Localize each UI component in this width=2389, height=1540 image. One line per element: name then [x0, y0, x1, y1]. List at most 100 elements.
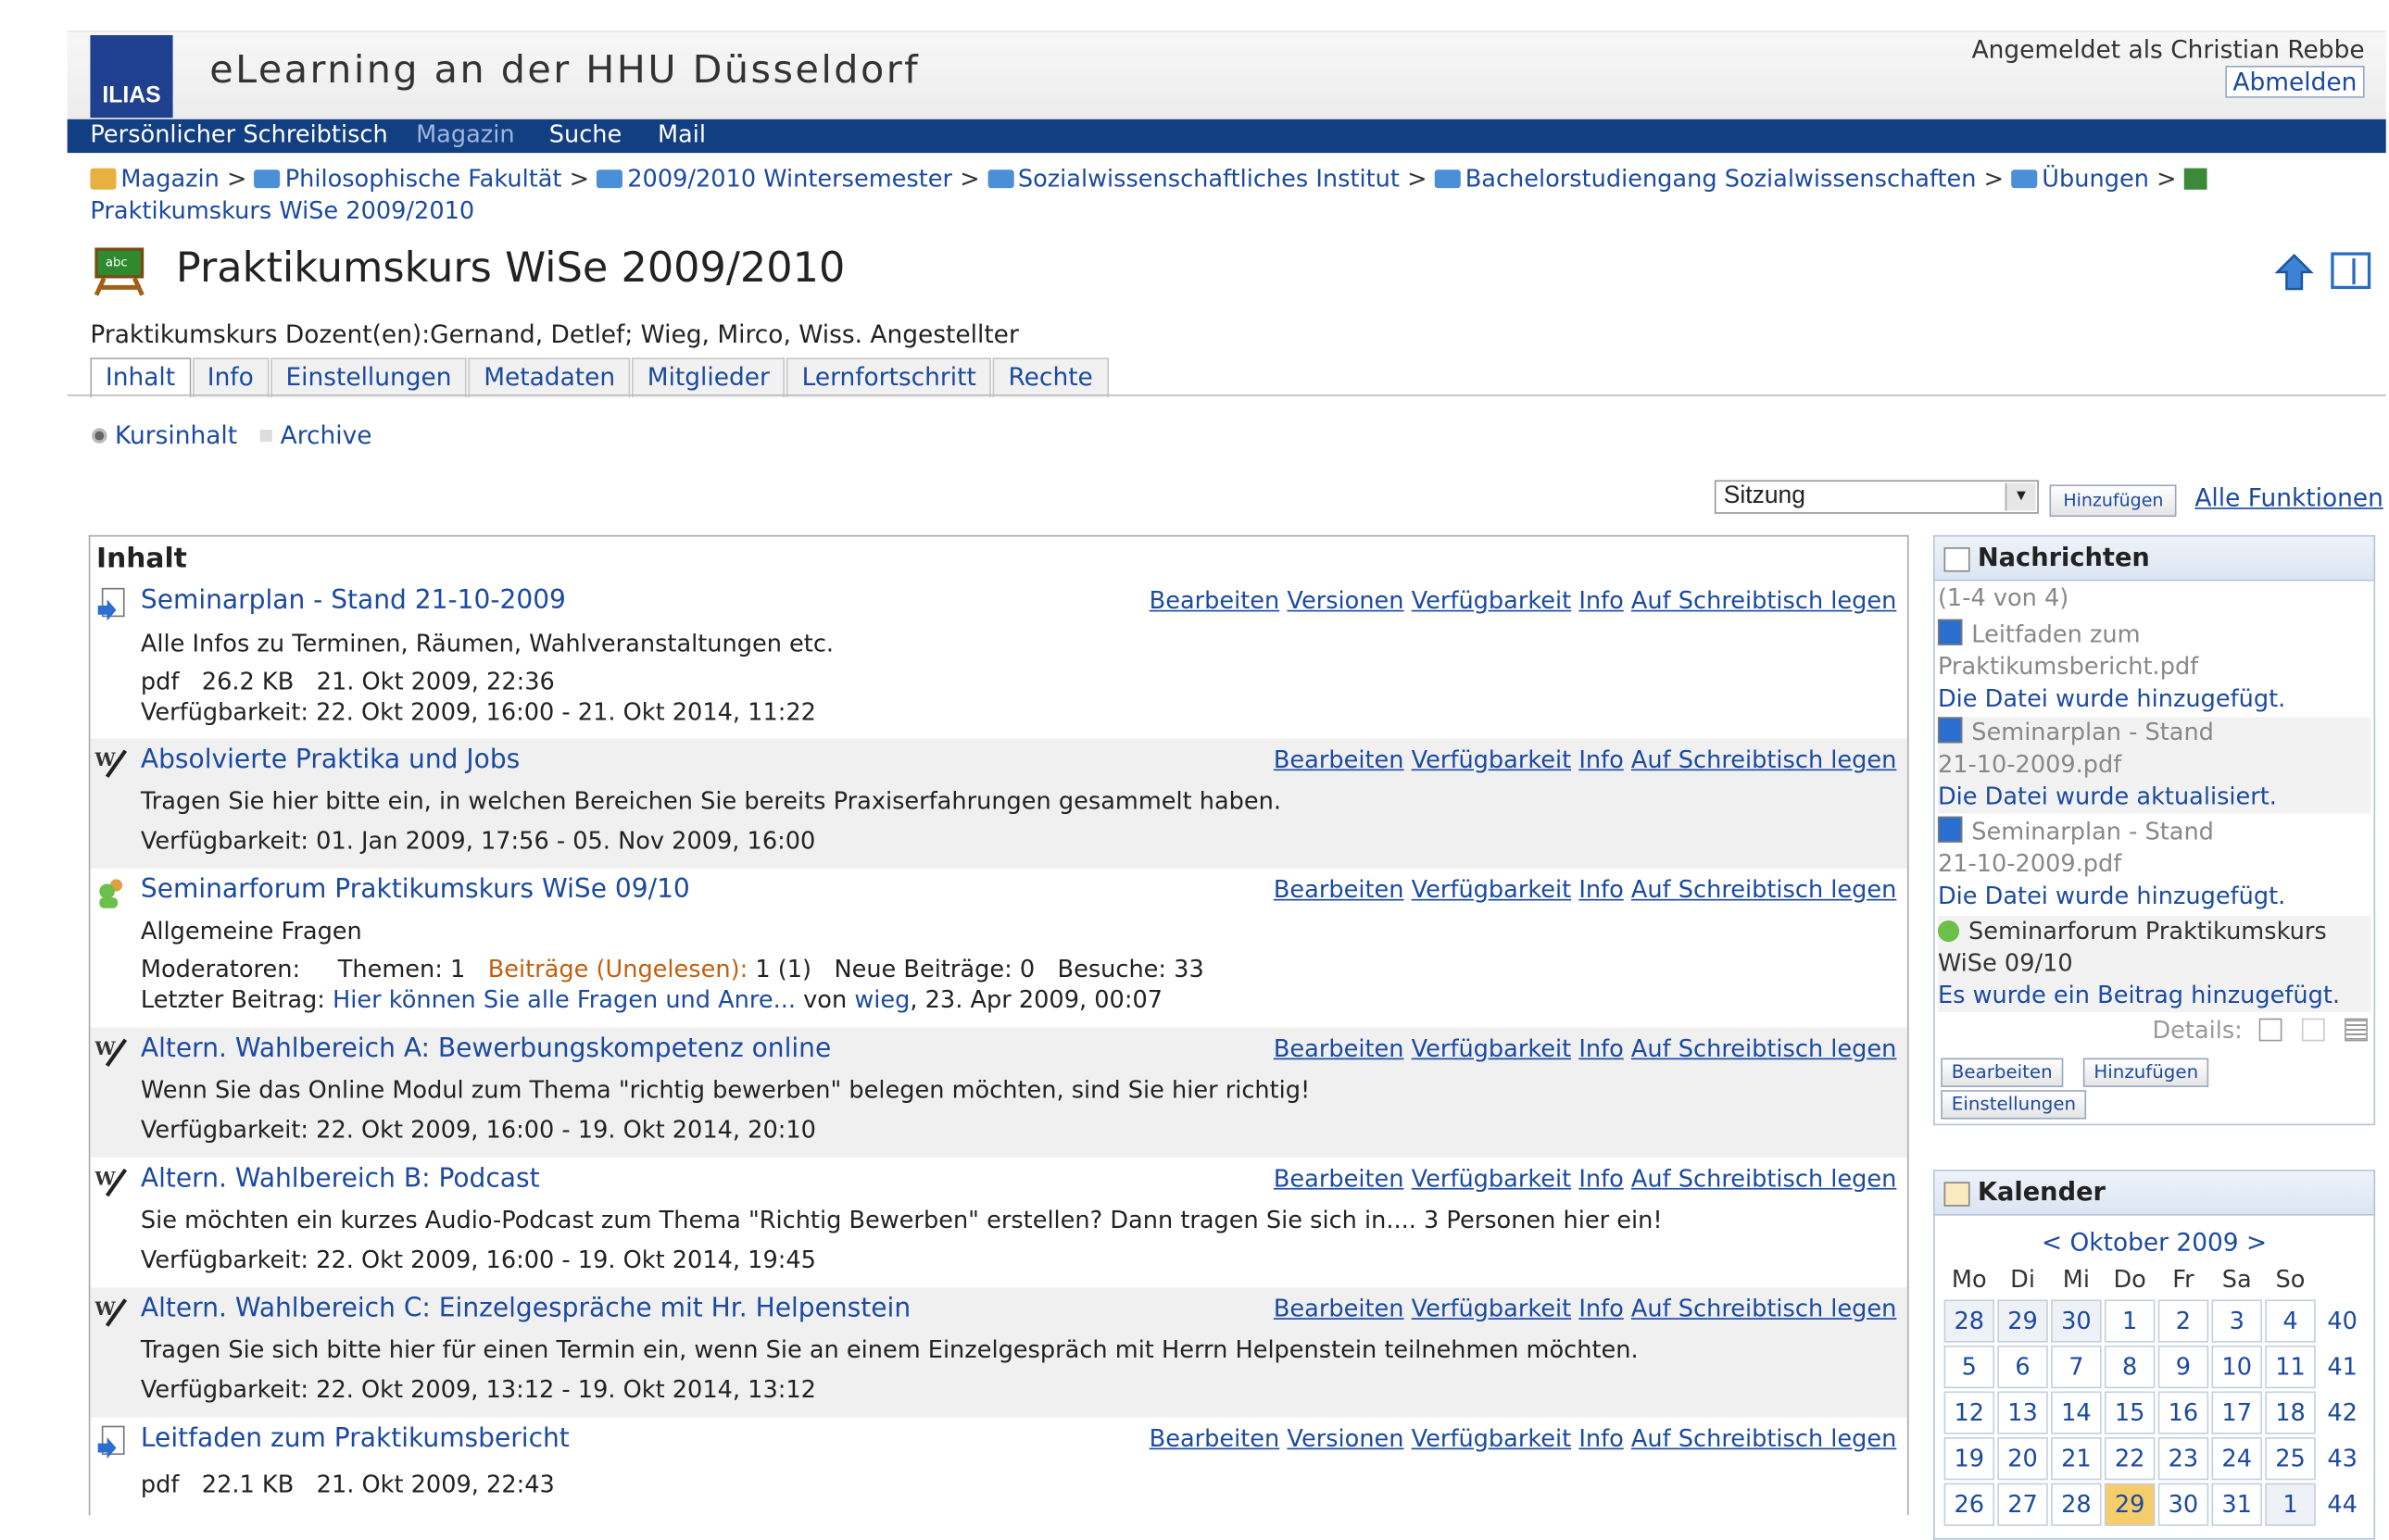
item-title[interactable]: Absolvierte Praktika und Jobs [141, 745, 520, 775]
versions-link[interactable]: Versionen [1287, 587, 1403, 615]
calendar-day[interactable]: 10 [2211, 1345, 2262, 1389]
details-level-1-icon[interactable] [2258, 1018, 2282, 1042]
item-title[interactable]: Altern. Wahlbereich C: Einzelgespräche m… [141, 1294, 911, 1324]
calendar-day[interactable]: 22 [2104, 1437, 2156, 1481]
calendar-day[interactable]: 2 [2157, 1299, 2209, 1343]
author-link[interactable]: wieg [854, 986, 910, 1014]
breadcrumb-item[interactable]: Philosophische Fakultät [285, 165, 562, 193]
info-link[interactable]: Info [1578, 746, 1623, 774]
news-add-button[interactable]: Hinzufügen [2082, 1058, 2209, 1087]
layout-toggle-icon[interactable] [2331, 252, 2371, 290]
tab-settings[interactable]: Einstellungen [270, 357, 468, 398]
availability-link[interactable]: Verfügbarkeit [1412, 876, 1572, 904]
calendar-day[interactable]: 18 [2265, 1391, 2316, 1434]
calendar-day[interactable]: 19 [1943, 1437, 1995, 1481]
news-edit-button[interactable]: Bearbeiten [1941, 1058, 2064, 1087]
add-to-desktop-link[interactable]: Auf Schreibtisch legen [1631, 1295, 1896, 1322]
calendar-day[interactable]: 12 [1943, 1391, 1995, 1434]
calendar-day[interactable]: 11 [2265, 1345, 2316, 1389]
info-link[interactable]: Info [1578, 1165, 1623, 1193]
news-item[interactable]: Seminarplan - Stand 21-10-2009.pdf Die D… [1937, 717, 2371, 814]
add-to-desktop-link[interactable]: Auf Schreibtisch legen [1631, 876, 1896, 904]
availability-link[interactable]: Verfügbarkeit [1412, 587, 1572, 615]
add-to-desktop-link[interactable]: Auf Schreibtisch legen [1631, 746, 1896, 774]
calendar-day[interactable]: 28 [1943, 1299, 1995, 1343]
news-item[interactable]: Seminarforum Praktikumskurs WiSe 09/10 E… [1937, 916, 2371, 1013]
nav-repository[interactable]: Magazin [416, 120, 514, 148]
calendar-day[interactable]: 15 [2104, 1391, 2156, 1434]
chevron-down-icon[interactable]: ▼ [2005, 482, 2036, 511]
edit-link[interactable]: Bearbeiten [1274, 1295, 1404, 1322]
all-functions-link[interactable]: Alle Funktionen [2194, 483, 2383, 512]
details-level-2-icon[interactable] [2302, 1018, 2325, 1042]
add-to-desktop-link[interactable]: Auf Schreibtisch legen [1631, 587, 1896, 615]
news-text[interactable]: Die Datei wurde hinzugefügt. [1938, 685, 2285, 713]
news-item[interactable]: Seminarplan - Stand 21-10-2009.pdf Die D… [1937, 816, 2370, 913]
news-text[interactable]: Die Datei wurde aktualisiert. [1938, 783, 2277, 810]
availability-link[interactable]: Verfügbarkeit [1412, 746, 1572, 774]
info-link[interactable]: Info [1578, 1035, 1623, 1063]
news-item[interactable]: Leitfaden zum Praktikumsbericht.pdf Die … [1937, 619, 2370, 714]
tab-members[interactable]: Mitglieder [632, 357, 786, 398]
calendar-day[interactable]: 17 [2211, 1391, 2262, 1434]
logout-button[interactable]: Abmelden [2225, 65, 2365, 98]
tab-info[interactable]: Info [192, 357, 270, 398]
nav-mail[interactable]: Mail [658, 120, 706, 148]
availability-link[interactable]: Verfügbarkeit [1412, 1035, 1572, 1063]
breadcrumb-item[interactable]: Übungen [2042, 165, 2149, 193]
news-text[interactable]: Es wurde ein Beitrag hinzugefügt. [1938, 982, 2340, 1009]
calendar-week-number[interactable]: 40 [2319, 1299, 2366, 1342]
availability-link[interactable]: Verfügbarkeit [1412, 1425, 1572, 1453]
calendar-week-number[interactable]: 42 [2319, 1392, 2366, 1434]
subtab-course-content[interactable]: Kursinhalt [115, 420, 237, 449]
add-to-desktop-link[interactable]: Auf Schreibtisch legen [1631, 1165, 1896, 1193]
object-type-select[interactable]: Sitzung ▼ [1714, 480, 2039, 514]
calendar-day[interactable]: 30 [2051, 1299, 2102, 1343]
breadcrumb-item[interactable]: Bachelorstudiengang Sozialwissenschaften [1465, 165, 1977, 193]
versions-link[interactable]: Versionen [1287, 1425, 1403, 1453]
calendar-day[interactable]: 4 [2265, 1299, 2316, 1343]
last-post-link[interactable]: Hier können Sie alle Fragen und Anre... [333, 986, 796, 1014]
calendar-day[interactable]: 23 [2157, 1437, 2209, 1481]
calendar-week-number[interactable]: 44 [2319, 1484, 2366, 1526]
edit-link[interactable]: Bearbeiten [1150, 1425, 1280, 1453]
calendar-day[interactable]: 16 [2157, 1391, 2209, 1434]
news-settings-button[interactable]: Einstellungen [1941, 1090, 2087, 1120]
nav-personal-desktop[interactable]: Persönlicher Schreibtisch [90, 120, 387, 148]
calendar-day[interactable]: 24 [2211, 1437, 2262, 1481]
item-title[interactable]: Seminarplan - Stand 21-10-2009 [141, 585, 566, 616]
calendar-day[interactable]: 14 [2051, 1391, 2102, 1434]
calendar-day[interactable]: 21 [2051, 1437, 2102, 1481]
calendar-day[interactable]: 30 [2157, 1483, 2209, 1526]
info-link[interactable]: Info [1578, 587, 1623, 615]
edit-link[interactable]: Bearbeiten [1150, 587, 1280, 615]
calendar-month-nav[interactable]: < Oktober 2009 > [1935, 1228, 2374, 1257]
calendar-day[interactable]: 31 [2211, 1483, 2262, 1526]
calendar-day[interactable]: 8 [2104, 1345, 2156, 1389]
tab-content[interactable]: Inhalt [90, 357, 191, 398]
item-title[interactable]: Altern. Wahlbereich B: Podcast [141, 1163, 540, 1194]
calendar-day[interactable]: 3 [2211, 1299, 2262, 1343]
edit-link[interactable]: Bearbeiten [1274, 1035, 1404, 1063]
info-link[interactable]: Info [1578, 876, 1623, 904]
breadcrumb-item[interactable]: Sozialwissenschaftliches Institut [1018, 165, 1400, 193]
calendar-day[interactable]: 9 [2157, 1345, 2209, 1389]
availability-link[interactable]: Verfügbarkeit [1412, 1165, 1572, 1193]
details-level-3-icon[interactable] [2345, 1018, 2368, 1042]
calendar-day[interactable]: 13 [1997, 1391, 2048, 1434]
edit-link[interactable]: Bearbeiten [1274, 746, 1404, 774]
breadcrumb-item[interactable]: Magazin [120, 165, 219, 193]
calendar-day[interactable]: 1 [2265, 1483, 2316, 1526]
breadcrumb-current[interactable]: Praktikumskurs WiSe 2009/2010 [90, 197, 474, 225]
info-link[interactable]: Info [1578, 1295, 1623, 1322]
item-title[interactable]: Seminarforum Praktikumskurs WiSe 09/10 [141, 874, 690, 905]
tab-learning-progress[interactable]: Lernfortschritt [786, 357, 992, 398]
calendar-day[interactable]: 20 [1997, 1437, 2048, 1481]
item-title[interactable]: Leitfaden zum Praktikumsbericht [141, 1423, 570, 1454]
calendar-week-number[interactable]: 43 [2319, 1437, 2366, 1480]
calendar-day[interactable]: 28 [2051, 1483, 2102, 1526]
subtab-archives[interactable]: Archive [281, 420, 372, 449]
tab-metadata[interactable]: Metadaten [468, 357, 631, 398]
edit-link[interactable]: Bearbeiten [1274, 1165, 1404, 1193]
calendar-day-today[interactable]: 29 [2104, 1483, 2156, 1526]
